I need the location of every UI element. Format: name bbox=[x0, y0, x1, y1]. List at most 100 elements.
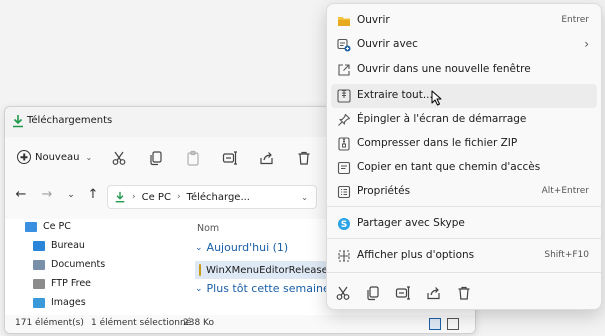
chevron-down-icon[interactable]: ⌄ bbox=[301, 193, 308, 202]
menu-separator bbox=[327, 238, 601, 239]
nav-item-ftp-free[interactable]: FTP Free bbox=[33, 278, 91, 289]
desktop-folder-icon bbox=[33, 240, 45, 251]
menu-item-copier-chemin[interactable]: Copier en tant que chemin d'accès bbox=[331, 156, 597, 180]
images-folder-icon bbox=[33, 297, 45, 308]
pin-icon bbox=[338, 113, 351, 126]
context-menu: Ouvrir Entrer Ouvrir avec › Ouvrir dans … bbox=[326, 3, 602, 310]
shortcut-label: Alt+Entrer bbox=[541, 186, 589, 196]
menu-item-skype[interactable]: S Partager avec Skype bbox=[331, 212, 597, 236]
network-drive-icon bbox=[33, 278, 45, 289]
status-item-count: 171 élément(s) bbox=[15, 318, 84, 328]
status-selection: 1 élément sélectionné bbox=[91, 318, 192, 328]
quick-actions-bar bbox=[327, 278, 601, 308]
back-arrow-icon[interactable]: ← bbox=[11, 187, 31, 202]
menu-item-label: Copier en tant que chemin d'accès bbox=[357, 161, 541, 173]
group-header-today[interactable]: ⌄ Aujourd'hui (1) bbox=[195, 241, 288, 254]
cut-icon[interactable] bbox=[111, 150, 127, 166]
share-icon[interactable] bbox=[426, 285, 442, 301]
nav-item-bureau[interactable]: Bureau bbox=[33, 240, 85, 251]
tiles-view-icon[interactable] bbox=[447, 318, 459, 330]
rename-icon[interactable] bbox=[222, 150, 238, 166]
nav-item-label: Bureau bbox=[51, 240, 85, 251]
rename-icon[interactable] bbox=[395, 285, 411, 301]
menu-item-label: Ouvrir bbox=[357, 14, 390, 26]
delete-icon[interactable] bbox=[296, 150, 312, 166]
selected-file-row[interactable]: WinXMenuEditorRelease.zip bbox=[195, 261, 345, 279]
menu-item-label: Partager avec Skype bbox=[357, 217, 465, 229]
share-icon[interactable] bbox=[259, 150, 275, 166]
add-icon bbox=[17, 150, 31, 164]
download-icon bbox=[115, 191, 125, 203]
zip-icon bbox=[338, 137, 350, 151]
menu-item-label: Épingler à l'écran de démarrage bbox=[357, 113, 527, 125]
address-bar[interactable]: › Ce PC › Télécharge... ⌄ bbox=[107, 185, 317, 209]
forward-arrow-icon[interactable]: → bbox=[37, 187, 57, 202]
documents-folder-icon bbox=[33, 259, 45, 270]
menu-separator bbox=[327, 272, 601, 273]
menu-item-plus-options[interactable]: Afficher plus d'options Shift+F10 bbox=[331, 244, 597, 268]
menu-item-label: Propriétés bbox=[357, 185, 411, 197]
chevron-down-icon: ⌄ bbox=[195, 283, 203, 294]
menu-item-label: Extraire tout... bbox=[357, 89, 433, 101]
nav-item-label: Documents bbox=[51, 259, 106, 270]
nav-item-label: Ce PC bbox=[43, 221, 71, 232]
recent-chevron-icon[interactable]: ⌄ bbox=[61, 190, 81, 200]
copy-path-icon bbox=[337, 161, 351, 175]
shortcut-label: Entrer bbox=[561, 15, 589, 25]
menu-separator bbox=[327, 206, 601, 207]
breadcrumb-downloads[interactable]: Télécharge... bbox=[187, 192, 250, 203]
svg-text:S: S bbox=[341, 220, 347, 230]
new-button[interactable]: Nouveau ⌄ bbox=[17, 146, 92, 168]
menu-item-label: Ouvrir avec bbox=[357, 38, 418, 50]
cut-icon[interactable] bbox=[335, 285, 351, 301]
nav-item-label: FTP Free bbox=[51, 278, 92, 289]
chevron-right-icon: › bbox=[132, 192, 136, 202]
copy-icon[interactable] bbox=[148, 150, 164, 166]
zip-folder-icon bbox=[199, 264, 201, 276]
group-header-earlier[interactable]: ⌄ Plus tôt cette semaine (8 bbox=[195, 282, 345, 295]
group-label: Plus tôt cette semaine (8 bbox=[206, 282, 345, 295]
menu-item-nouvelle-fenetre[interactable]: Ouvrir dans une nouvelle fenêtre bbox=[331, 58, 597, 82]
paste-icon[interactable] bbox=[185, 150, 201, 166]
nav-item-label: Images bbox=[51, 297, 86, 308]
extract-icon bbox=[337, 89, 351, 103]
chevron-down-icon: ⌄ bbox=[85, 152, 93, 162]
menu-item-label: Afficher plus d'options bbox=[357, 249, 475, 261]
menu-item-ouvrir[interactable]: Ouvrir Entrer bbox=[331, 9, 597, 33]
chevron-right-icon: › bbox=[584, 37, 589, 51]
nav-item-ce-pc[interactable]: Ce PC bbox=[25, 221, 71, 232]
skype-icon: S bbox=[338, 218, 350, 230]
properties-icon bbox=[337, 185, 351, 199]
menu-item-compresser[interactable]: Compresser dans le fichier ZIP bbox=[331, 132, 597, 156]
chevron-down-icon: ⌄ bbox=[195, 242, 203, 253]
copy-icon[interactable] bbox=[365, 285, 381, 301]
up-arrow-icon[interactable]: ↑ bbox=[83, 187, 103, 202]
menu-item-label: Ouvrir dans une nouvelle fenêtre bbox=[357, 63, 531, 75]
nav-item-documents[interactable]: Documents bbox=[33, 259, 105, 270]
mouse-cursor-icon bbox=[431, 90, 442, 106]
menu-item-label: Compresser dans le fichier ZIP bbox=[357, 137, 518, 149]
group-label: Aujourd'hui (1) bbox=[206, 241, 289, 254]
menu-item-extraire-tout[interactable]: Extraire tout... bbox=[331, 84, 597, 108]
shortcut-label: Shift+F10 bbox=[544, 250, 589, 260]
status-bar: 171 élément(s) 1 élément sélectionné 238… bbox=[5, 315, 475, 333]
column-header-name[interactable]: Nom bbox=[197, 223, 219, 234]
computer-icon bbox=[25, 221, 37, 232]
status-size: 238 Ko bbox=[183, 318, 214, 328]
menu-item-ouvrir-avec[interactable]: Ouvrir avec › bbox=[331, 33, 597, 57]
more-options-icon bbox=[338, 250, 350, 262]
window-title: Téléchargements bbox=[27, 115, 113, 126]
open-with-icon bbox=[337, 38, 351, 52]
menu-item-proprietes[interactable]: Propriétés Alt+Entrer bbox=[331, 180, 597, 204]
new-button-label: Nouveau bbox=[35, 151, 80, 163]
details-view-icon[interactable] bbox=[429, 318, 441, 330]
chevron-right-icon: › bbox=[176, 192, 181, 202]
download-icon bbox=[13, 115, 23, 128]
new-window-icon bbox=[338, 64, 350, 76]
folder-open-icon bbox=[338, 17, 350, 26]
delete-icon[interactable] bbox=[456, 285, 472, 301]
menu-item-epingler[interactable]: Épingler à l'écran de démarrage bbox=[331, 108, 597, 132]
breadcrumb-ce-pc[interactable]: Ce PC bbox=[142, 192, 171, 203]
navigation-pane: Ce PC Bureau Documents FTP Free Images bbox=[5, 219, 181, 315]
nav-item-images[interactable]: Images bbox=[33, 297, 86, 308]
